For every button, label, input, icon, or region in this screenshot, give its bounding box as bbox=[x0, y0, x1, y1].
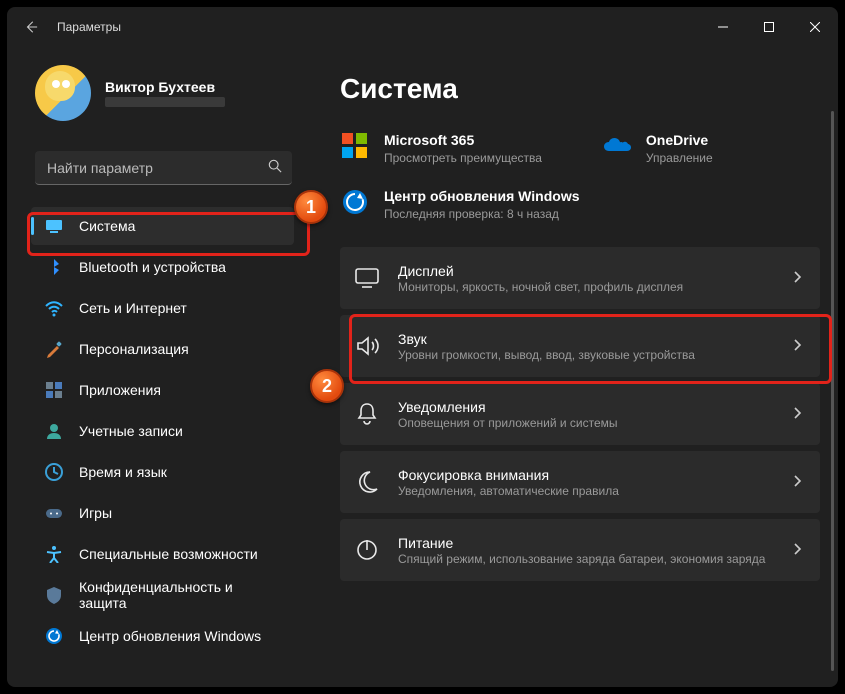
display-icon bbox=[354, 265, 380, 291]
settings-item-display[interactable]: ДисплейМониторы, яркость, ночной свет, п… bbox=[340, 247, 820, 309]
window-title: Параметры bbox=[57, 20, 121, 34]
settings-item-sound[interactable]: ЗвукУровни громкости, вывод, ввод, звуко… bbox=[340, 315, 820, 377]
arrow-left-icon bbox=[24, 20, 38, 34]
settings-item-bell[interactable]: УведомленияОповещения от приложений и си… bbox=[340, 383, 820, 445]
apps-icon bbox=[45, 381, 63, 399]
minimize-button[interactable] bbox=[700, 12, 746, 42]
list-item-title: Уведомления bbox=[398, 399, 776, 415]
card-ms365[interactable]: Microsoft 365 Просмотреть преимущества bbox=[340, 131, 542, 165]
sidebar-item-label: Игры bbox=[79, 505, 112, 521]
avatar bbox=[35, 65, 91, 121]
accessibility-icon bbox=[45, 545, 63, 563]
card-title: OneDrive bbox=[646, 131, 713, 149]
bell-icon bbox=[354, 401, 380, 427]
sidebar-item-label: Система bbox=[79, 218, 135, 234]
scrollbar[interactable] bbox=[831, 111, 834, 671]
search-box[interactable] bbox=[35, 151, 292, 185]
settings-item-moon[interactable]: Фокусировка вниманияУведомления, автомат… bbox=[340, 451, 820, 513]
settings-list: ДисплейМониторы, яркость, ночной свет, п… bbox=[340, 247, 820, 581]
onedrive-icon bbox=[602, 131, 632, 161]
sidebar-item-label: Персонализация bbox=[79, 341, 189, 357]
chevron-right-icon bbox=[794, 543, 802, 558]
time-icon bbox=[45, 463, 63, 481]
top-cards: Microsoft 365 Просмотреть преимущества O… bbox=[340, 131, 820, 165]
list-item-title: Дисплей bbox=[398, 263, 776, 279]
sidebar-item-label: Центр обновления Windows bbox=[79, 628, 261, 644]
window-controls bbox=[700, 12, 838, 42]
search-input[interactable] bbox=[47, 160, 268, 176]
sidebar-item-system[interactable]: Система bbox=[31, 207, 294, 245]
sidebar-item-bluetooth[interactable]: Bluetooth и устройства bbox=[31, 248, 294, 286]
chevron-right-icon bbox=[794, 271, 802, 286]
chevron-right-icon bbox=[794, 475, 802, 490]
settings-window: Параметры Виктор Бухтеев Систе bbox=[7, 7, 838, 687]
sidebar-item-label: Учетные записи bbox=[79, 423, 183, 439]
sidebar-item-account[interactable]: Учетные записи bbox=[31, 412, 294, 450]
minimize-icon bbox=[718, 22, 728, 32]
search-icon bbox=[268, 159, 282, 176]
maximize-icon bbox=[764, 22, 774, 32]
account-icon bbox=[45, 422, 63, 440]
list-item-sub: Уровни громкости, вывод, ввод, звуковые … bbox=[398, 348, 776, 362]
list-item-title: Фокусировка внимания bbox=[398, 467, 776, 483]
profile-block[interactable]: Виктор Бухтеев bbox=[7, 57, 312, 133]
card-sub: Просмотреть преимущества bbox=[384, 151, 542, 165]
card-sub: Последняя проверка: 8 ч назад bbox=[384, 207, 580, 221]
card-sub: Управление bbox=[646, 151, 713, 165]
sidebar: Виктор Бухтеев Система Bluetooth и устрой… bbox=[7, 47, 312, 687]
list-item-title: Звук bbox=[398, 331, 776, 347]
update-icon bbox=[340, 187, 370, 217]
list-item-sub: Уведомления, автоматические правила bbox=[398, 484, 776, 498]
games-icon bbox=[45, 504, 63, 522]
sidebar-item-update[interactable]: Центр обновления Windows bbox=[31, 617, 294, 655]
maximize-button[interactable] bbox=[746, 12, 792, 42]
sidebar-item-apps[interactable]: Приложения bbox=[31, 371, 294, 409]
ms365-icon bbox=[340, 131, 370, 161]
profile-email bbox=[105, 97, 225, 107]
annotation-badge-1: 1 bbox=[294, 190, 328, 224]
sidebar-item-label: Bluetooth и устройства bbox=[79, 259, 226, 275]
bluetooth-icon bbox=[45, 258, 63, 276]
list-item-sub: Мониторы, яркость, ночной свет, профиль … bbox=[398, 280, 776, 294]
sidebar-item-brush[interactable]: Персонализация bbox=[31, 330, 294, 368]
chevron-right-icon bbox=[794, 407, 802, 422]
sound-icon bbox=[354, 333, 380, 359]
sidebar-item-wifi[interactable]: Сеть и Интернет bbox=[31, 289, 294, 327]
privacy-icon bbox=[45, 586, 63, 604]
sidebar-item-label: Сеть и Интернет bbox=[79, 300, 187, 316]
sidebar-item-label: Специальные возможности bbox=[79, 546, 258, 562]
sidebar-item-time[interactable]: Время и язык bbox=[31, 453, 294, 491]
sidebar-item-label: Приложения bbox=[79, 382, 161, 398]
sidebar-item-accessibility[interactable]: Специальные возможности bbox=[31, 535, 294, 573]
moon-icon bbox=[354, 469, 380, 495]
brush-icon bbox=[45, 340, 63, 358]
main-pane: Система Microsoft 365 Просмотреть преиму… bbox=[312, 47, 838, 687]
chevron-right-icon bbox=[794, 339, 802, 354]
list-item-title: Питание bbox=[398, 535, 776, 551]
card-title: Microsoft 365 bbox=[384, 131, 542, 149]
list-item-sub: Оповещения от приложений и системы bbox=[398, 416, 776, 430]
annotation-badge-2: 2 bbox=[310, 369, 344, 403]
settings-item-power[interactable]: ПитаниеСпящий режим, использование заряд… bbox=[340, 519, 820, 581]
close-button[interactable] bbox=[792, 12, 838, 42]
sidebar-item-label: Время и язык bbox=[79, 464, 167, 480]
close-icon bbox=[810, 22, 820, 32]
profile-name: Виктор Бухтеев bbox=[105, 79, 225, 95]
wifi-icon bbox=[45, 299, 63, 317]
titlebar: Параметры bbox=[7, 7, 838, 47]
update-icon bbox=[45, 627, 63, 645]
card-title: Центр обновления Windows bbox=[384, 187, 580, 205]
list-item-sub: Спящий режим, использование заряда батар… bbox=[398, 552, 776, 566]
sidebar-item-privacy[interactable]: Конфиденциальность и защита bbox=[31, 576, 294, 614]
page-title: Система bbox=[340, 73, 820, 105]
card-onedrive[interactable]: OneDrive Управление bbox=[602, 131, 713, 165]
system-icon bbox=[45, 217, 63, 235]
card-windows-update[interactable]: Центр обновления Windows Последняя прове… bbox=[340, 187, 820, 221]
back-button[interactable] bbox=[15, 11, 47, 43]
nav: Система Bluetooth и устройства Сеть и Инте… bbox=[7, 203, 312, 655]
power-icon bbox=[354, 537, 380, 563]
sidebar-item-games[interactable]: Игры bbox=[31, 494, 294, 532]
sidebar-item-label: Конфиденциальность и защита bbox=[79, 579, 280, 611]
